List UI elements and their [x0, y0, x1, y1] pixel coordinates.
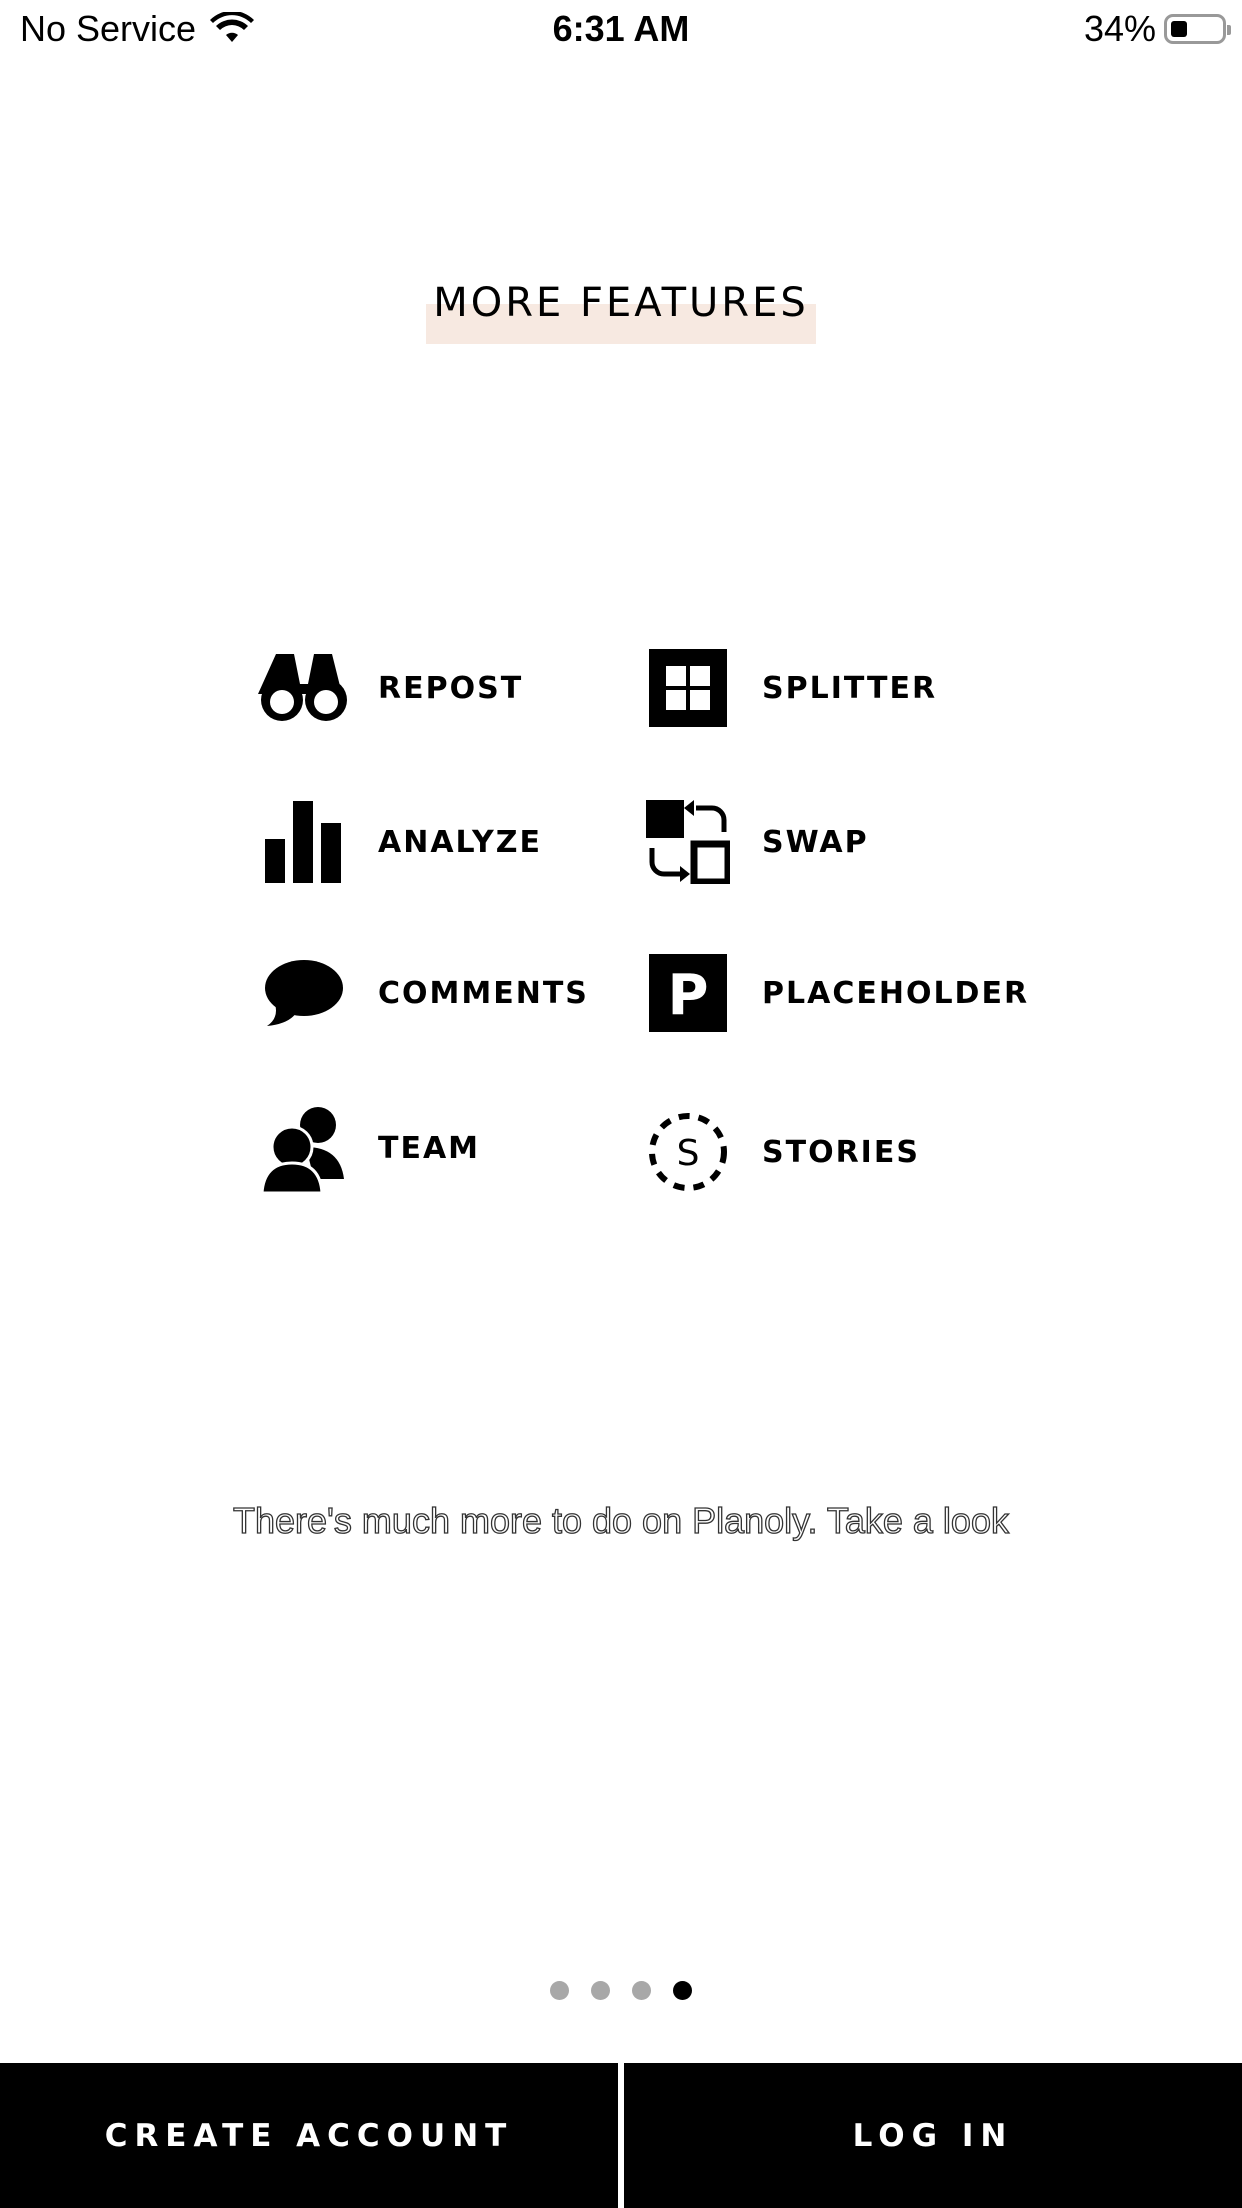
swap-icon — [640, 797, 736, 887]
create-account-button[interactable]: CREATE ACCOUNT — [0, 2063, 618, 2208]
placeholder-p-icon: P — [640, 948, 736, 1038]
feature-repost: REPOST — [256, 643, 523, 733]
title-wrap: MORE FEATURES — [0, 280, 1242, 326]
page-dot-1[interactable] — [550, 1981, 569, 2000]
feature-label-repost: REPOST — [378, 670, 524, 706]
grid-icon — [640, 643, 736, 733]
feature-label-stories: STORIES — [762, 1134, 920, 1170]
page-title: MORE FEATURES — [433, 280, 809, 326]
feature-swap: SWAP — [640, 797, 869, 887]
page-dot-3[interactable] — [632, 1981, 651, 2000]
svg-text:S: S — [677, 1133, 700, 1174]
team-icon — [256, 1103, 352, 1193]
bar-chart-icon — [256, 797, 352, 887]
feature-label-splitter: SPLITTER — [762, 670, 938, 706]
page-dot-2[interactable] — [591, 1981, 610, 2000]
feature-label-swap: SWAP — [762, 824, 869, 860]
feature-label-analyze: ANALYZE — [378, 824, 542, 860]
feature-stories: S STORIES — [640, 1107, 920, 1197]
feature-label-team: TEAM — [378, 1130, 481, 1166]
feature-comments: COMMENTS — [256, 948, 589, 1038]
tagline: There's much more to do on Planoly. Take… — [232, 1499, 1009, 1541]
status-bar: No Service 6:31 AM 34% — [0, 0, 1242, 64]
binoculars-icon — [256, 643, 352, 733]
feature-placeholder: P PLACEHOLDER — [640, 948, 1029, 1038]
feature-splitter: SPLITTER — [640, 643, 937, 733]
battery-icon — [1164, 14, 1231, 44]
feature-team: TEAM — [256, 1103, 480, 1193]
clock: 6:31 AM — [552, 8, 690, 49]
speech-bubble-icon — [256, 948, 352, 1038]
feature-label-placeholder: PLACEHOLDER — [762, 975, 1030, 1011]
svg-text:P: P — [667, 963, 708, 1028]
log-in-button[interactable]: LOG IN — [624, 2063, 1242, 2208]
stories-icon: S — [640, 1107, 736, 1197]
page-indicator — [0, 1981, 1242, 2000]
bottom-button-bar: CREATE ACCOUNT LOG IN — [0, 2063, 1242, 2208]
battery-percent: 34% — [1083, 8, 1156, 49]
page-dot-4-active[interactable] — [673, 1981, 692, 2000]
feature-analyze: ANALYZE — [256, 797, 542, 887]
status-right: 34% — [1083, 8, 1231, 50]
feature-label-comments: COMMENTS — [378, 975, 589, 1011]
